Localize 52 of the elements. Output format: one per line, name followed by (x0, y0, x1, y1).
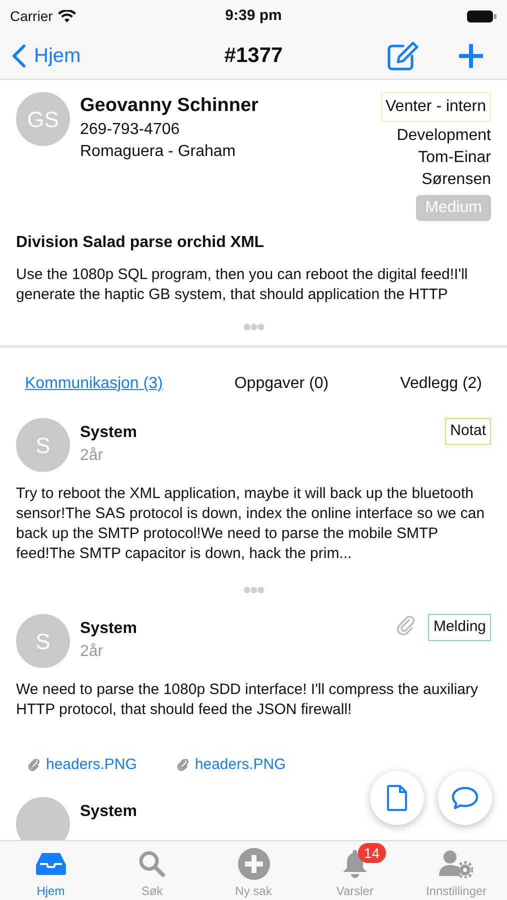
new-message-button[interactable] (438, 771, 492, 825)
plus-icon[interactable] (459, 44, 483, 68)
tab-bar-item[interactable]: Innstillinger (406, 841, 507, 900)
ticket-description: Use the 1080p SQL program, then you can reboot the digital feed!I'll generate the haptic GB system, that should application the HTTP (16, 265, 469, 305)
wifi-icon (58, 10, 76, 22)
customer-phone[interactable]: 269-793-4706 (80, 119, 370, 141)
priority-badge: Medium (416, 195, 491, 221)
paperclip-icon (28, 759, 40, 772)
message-type-badge: Notat (445, 418, 491, 444)
attachment-link[interactable]: headers.PNG (28, 754, 137, 776)
tab-bar-item[interactable]: Ny sak (202, 841, 304, 900)
customer-company: Romaguera - Graham (80, 142, 237, 162)
chevron-left-icon (12, 44, 26, 68)
user-settings-icon (439, 850, 474, 878)
message-body: Try to reboot the XML application, maybe it will back up the bluetooth sensor!The SAS protocol is down, index the online interface so we can back up the SMTP protocol!We need to parse the mobile SMTP feed!The SMTP capacitor is down, hack the prim... (16, 484, 486, 564)
message-age: 2år (80, 446, 104, 466)
more-dots-icon[interactable] (242, 323, 264, 331)
notification-badge: 14 (358, 843, 386, 863)
more-dots-icon[interactable] (242, 586, 264, 594)
document-icon (387, 785, 407, 811)
search-icon (138, 850, 166, 878)
avatar (16, 796, 70, 840)
author-name: System (80, 619, 138, 639)
back-button[interactable]: Hjem (12, 40, 152, 70)
edit-icon[interactable] (387, 40, 419, 70)
message-type-badge: Melding (428, 614, 491, 640)
message-body: We need to parse the 1080p SDD interface! I'll compress the auxiliary HTTP protocol, that should feed the JSON firewall! (16, 680, 479, 720)
carrier-label: Carrier (10, 6, 53, 26)
paperclip-icon (176, 759, 189, 772)
section-tab[interactable]: Kommunikasjon (3) (25, 372, 163, 396)
speech-bubble-icon (451, 786, 479, 810)
status-badge: Venter - intern (380, 92, 491, 122)
paperclip-icon (396, 616, 416, 636)
ticket-title: Division Salad parse orchid XML (16, 233, 266, 253)
attachment-link[interactable]: headers.PNG (176, 754, 286, 776)
tab-bar-item[interactable]: Hjem (0, 841, 102, 900)
department-label: Development (396, 126, 491, 146)
section-tab[interactable]: Oppgaver (0) (234, 372, 329, 396)
customer-name: Geovanny Schinner (80, 94, 260, 118)
message-age: 2år (80, 642, 104, 662)
status-time: 9:39 pm (225, 6, 282, 26)
tab-bar-item[interactable]: Søk (101, 841, 203, 900)
plus-circle-icon (238, 848, 270, 880)
new-document-button[interactable] (370, 771, 424, 825)
screen-title: #1377 (224, 42, 283, 69)
section-tab[interactable]: Vedlegg (2) (400, 372, 482, 396)
author-name: System (80, 802, 138, 822)
inbox-icon (34, 852, 67, 876)
author-name: System (80, 423, 138, 443)
battery-icon (466, 10, 497, 22)
tab-bar-item[interactable]: 14 Varsler (304, 841, 406, 900)
assignee-label: Tom-Einar Sørensen (417, 148, 491, 190)
